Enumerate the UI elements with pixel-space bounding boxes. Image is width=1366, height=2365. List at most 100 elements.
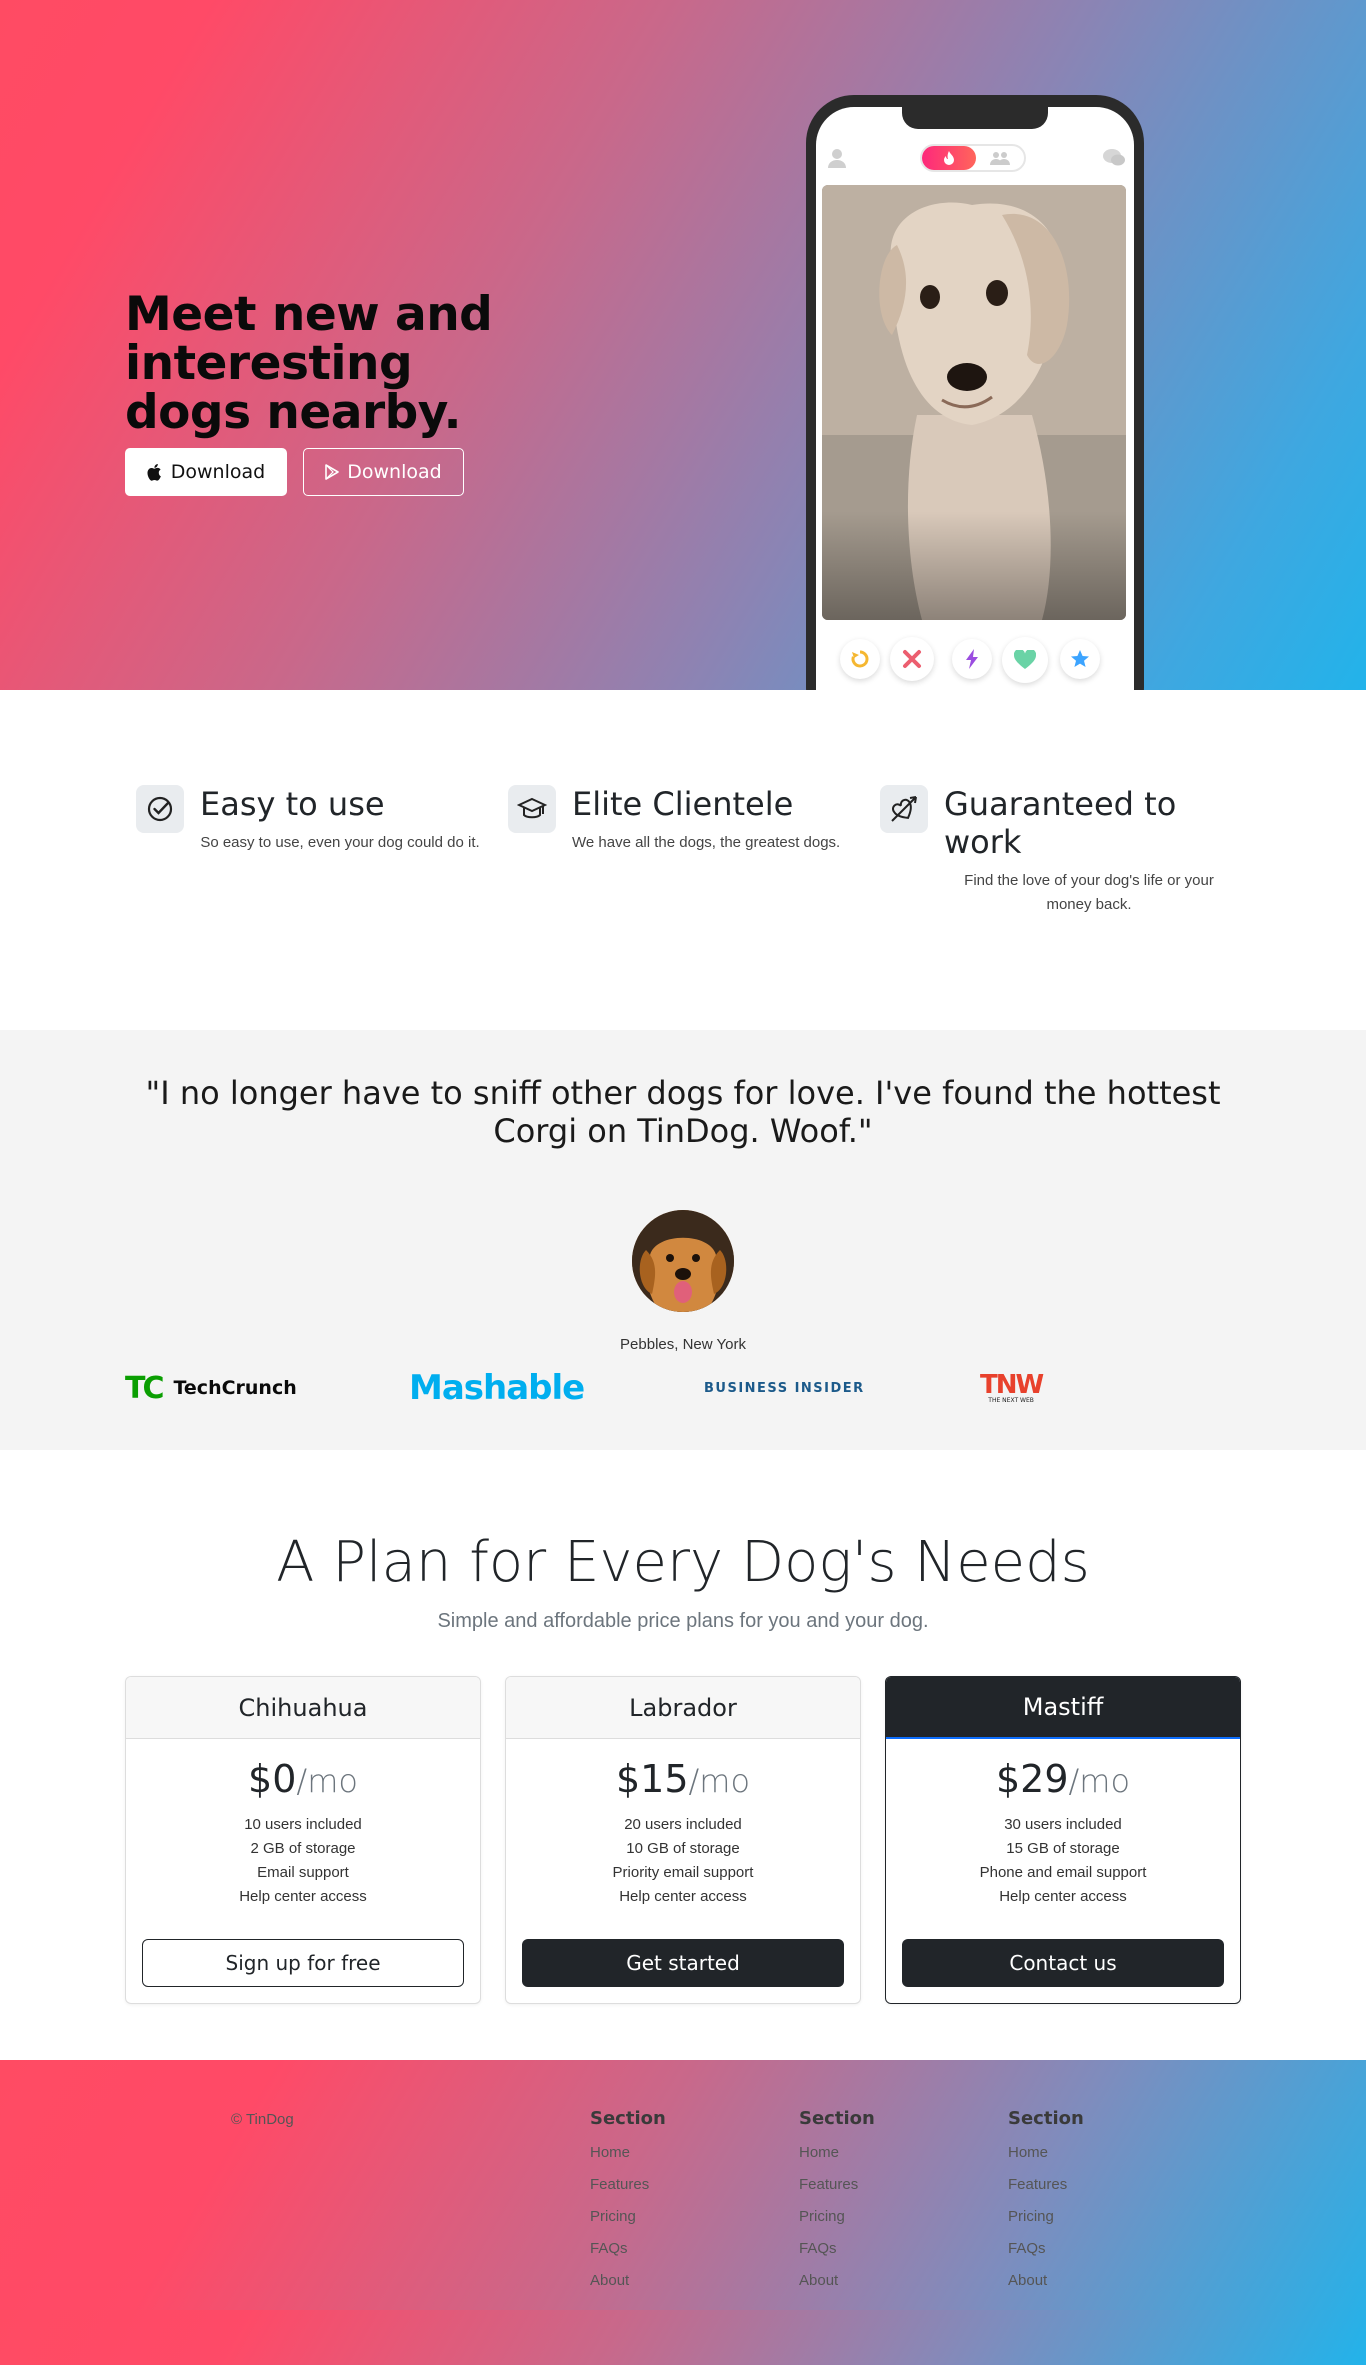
discover-toggle[interactable] <box>920 144 1026 172</box>
apple-icon <box>147 464 161 481</box>
plan-features: 30 users included 15 GB of storage Phone… <box>886 1813 1240 1909</box>
plan-name: Chihuahua <box>126 1677 480 1739</box>
app-store-download-label: Download <box>170 461 266 483</box>
footer-link-home[interactable]: Home <box>590 2137 770 2169</box>
phone-mockup <box>806 95 1144 690</box>
footer-bottom-band <box>0 2310 1366 2365</box>
footer-link-faqs[interactable]: FAQs <box>799 2233 979 2265</box>
plan-feature: Phone and email support <box>979 1864 1147 1881</box>
profile-icon[interactable] <box>826 147 848 169</box>
pricing-subtitle: Simple and affordable price plans for yo… <box>437 1610 929 1632</box>
group-icon <box>990 152 1010 165</box>
chat-icon[interactable] <box>1102 147 1126 169</box>
plan-price-period: /mo <box>296 1762 358 1800</box>
graduation-cap-icon <box>508 785 556 833</box>
plan-feature: Priority email support <box>612 1864 754 1881</box>
super-like-button[interactable] <box>1060 639 1100 679</box>
footer-column-heading: Section <box>590 2108 666 2129</box>
tnw-logo[interactable]: TNW THE NEXT WEB <box>980 1368 1044 1408</box>
plan-feature: 10 users included <box>244 1816 362 1833</box>
mashable-logo[interactable]: Mashable <box>409 1368 585 1408</box>
plan-name: Mastiff <box>886 1677 1240 1739</box>
plan-name: Labrador <box>506 1677 860 1739</box>
google-play-download-button[interactable]: Download <box>303 448 464 496</box>
plan-price-period: /mo <box>688 1762 751 1800</box>
plan-price-period: /mo <box>1068 1762 1131 1800</box>
nope-button[interactable] <box>890 637 934 681</box>
feature-text: Find the love of your dog's life or your… <box>964 872 1214 913</box>
app-store-download-button[interactable]: Download <box>125 448 287 496</box>
techcrunch-logo-mark: TC <box>125 1370 165 1406</box>
check-circle-icon <box>136 785 184 833</box>
footer-link-home[interactable]: Home <box>1008 2137 1188 2169</box>
star-icon <box>1071 650 1089 667</box>
boost-button[interactable] <box>952 639 992 679</box>
heart-icon <box>1014 650 1036 669</box>
footer-link-home[interactable]: Home <box>799 2137 979 2169</box>
business-insider-logo[interactable]: BUSINESS INSIDER <box>704 1368 865 1408</box>
swipe-actions <box>816 637 1134 687</box>
footer-link-faqs[interactable]: FAQs <box>590 2233 770 2265</box>
tnw-logo-text: TNW <box>980 1369 1044 1400</box>
plan-card-labrador: Labrador $15/mo 20 users included 10 GB … <box>505 1676 861 2004</box>
testimonial-author: Pebbles, New York <box>620 1336 746 1353</box>
testimonial-avatar <box>632 1210 734 1312</box>
plan-feature: Help center access <box>999 1888 1127 1905</box>
sign-up-for-free-button[interactable]: Sign up for free <box>142 1939 464 1987</box>
footer-column: Section Home Features Pricing FAQs About <box>799 2108 979 2297</box>
get-started-button[interactable]: Get started <box>522 1939 844 1987</box>
dog-profile-photo[interactable] <box>822 185 1126 620</box>
footer-column: Section Home Features Pricing FAQs About <box>590 2108 770 2297</box>
plan-feature: Help center access <box>239 1888 367 1905</box>
footer-column-heading: Section <box>799 2108 875 2129</box>
techcrunch-logo-text: TechCrunch <box>173 1377 297 1399</box>
plan-card-chihuahua: Chihuahua $0/mo 10 users included 2 GB o… <box>125 1676 481 2004</box>
hero-section: Meet new and interesting dogs nearby. Do… <box>0 0 1366 690</box>
plan-price-amount: $29 <box>995 1757 1069 1801</box>
plan-card-mastiff: Mastiff $29/mo 30 users included 15 GB o… <box>885 1676 1241 2004</box>
footer-link-about[interactable]: About <box>590 2265 770 2297</box>
plan-price: $0/mo <box>126 1757 480 1801</box>
footer-link-pricing[interactable]: Pricing <box>799 2201 979 2233</box>
plan-features: 20 users included 10 GB of storage Prior… <box>506 1813 860 1909</box>
footer-link-pricing[interactable]: Pricing <box>1008 2201 1188 2233</box>
plan-feature: 15 GB of storage <box>1006 1840 1120 1857</box>
techcrunch-logo[interactable]: TC TechCrunch <box>125 1368 297 1408</box>
feature-title: Guaranteed to work <box>944 785 1177 861</box>
lightning-icon <box>966 649 978 669</box>
rewind-button[interactable] <box>840 639 880 679</box>
business-insider-logo-text: BUSINESS INSIDER <box>704 1380 865 1396</box>
arrow-heart-icon <box>880 785 928 833</box>
google-play-icon <box>325 464 340 480</box>
tnw-logo-subtext: THE NEXT WEB <box>988 1396 1034 1404</box>
plan-feature: 10 GB of storage <box>626 1840 740 1857</box>
footer-link-features[interactable]: Features <box>1008 2169 1188 2201</box>
footer-copyright: © TinDog <box>231 2111 294 2128</box>
phone-screen <box>816 107 1134 690</box>
footer-link-pricing[interactable]: Pricing <box>590 2201 770 2233</box>
hero-title: Meet new and interesting dogs nearby. <box>125 287 493 440</box>
like-button[interactable] <box>1002 637 1048 683</box>
footer-link-about[interactable]: About <box>1008 2265 1188 2297</box>
plan-features: 10 users included 2 GB of storage Email … <box>126 1813 480 1909</box>
plan-price-amount: $15 <box>615 1757 689 1801</box>
flame-icon <box>944 151 954 165</box>
footer-link-features[interactable]: Features <box>590 2169 770 2201</box>
google-play-download-label: Download <box>347 461 442 483</box>
plan-price: $15/mo <box>506 1757 860 1801</box>
contact-us-button[interactable]: Contact us <box>902 1939 1224 1987</box>
plan-feature: Help center access <box>619 1888 747 1905</box>
plan-feature: Email support <box>257 1864 349 1881</box>
footer-column-heading: Section <box>1008 2108 1084 2129</box>
plan-feature: 20 users included <box>624 1816 742 1833</box>
plan-feature: 30 users included <box>1004 1816 1122 1833</box>
plan-feature: 2 GB of storage <box>250 1840 356 1857</box>
discover-toggle-active <box>922 146 976 170</box>
feature-title: Elite Clientele <box>572 785 794 823</box>
footer-link-about[interactable]: About <box>799 2265 979 2297</box>
dog-illustration <box>822 185 1126 620</box>
footer-link-faqs[interactable]: FAQs <box>1008 2233 1188 2265</box>
footer-link-features[interactable]: Features <box>799 2169 979 2201</box>
mashable-logo-text: Mashable <box>409 1368 585 1408</box>
testimonial-section: "I no longer have to sniff other dogs fo… <box>0 1030 1366 1450</box>
